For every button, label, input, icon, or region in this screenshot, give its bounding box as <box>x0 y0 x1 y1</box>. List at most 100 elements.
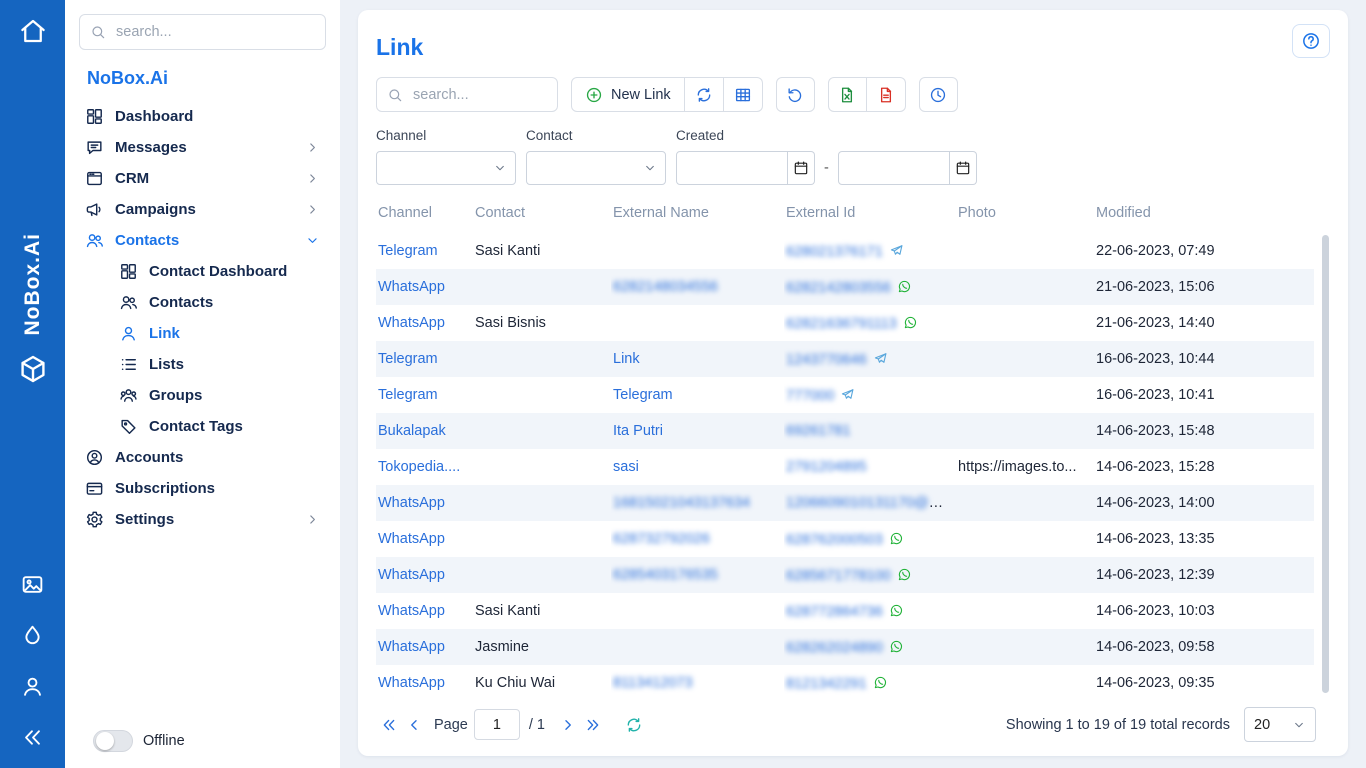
channel-link[interactable]: WhatsApp <box>378 495 445 511</box>
sidebar-item-contacts[interactable]: Contacts <box>79 287 326 318</box>
profile-icon[interactable] <box>20 674 45 699</box>
external-id-link[interactable]: 628262024890 <box>786 640 883 656</box>
refresh-icon <box>695 86 713 104</box>
page-size-select[interactable]: 20 <box>1244 707 1316 742</box>
export-pdf-button[interactable] <box>867 77 906 112</box>
external-name-link[interactable]: 8113412073 <box>613 675 693 691</box>
table-scrollbar[interactable] <box>1322 235 1329 693</box>
external-name-link[interactable]: Telegram <box>613 387 673 403</box>
external-id-link[interactable]: 6285671778100 <box>786 568 891 584</box>
total-pages-label: / 1 <box>529 717 545 733</box>
sidebar-item-settings[interactable]: Settings <box>79 504 326 535</box>
contact-select[interactable] <box>526 151 666 185</box>
header-contact[interactable]: Contact <box>473 195 611 233</box>
external-id-link[interactable]: 628762000503 <box>786 532 883 548</box>
help-button[interactable] <box>1292 24 1330 58</box>
external-id-link[interactable]: 2791204895 <box>786 459 867 475</box>
channel-link[interactable]: Tokopedia.... <box>378 459 460 475</box>
sidebar-item-crm[interactable]: CRM <box>79 163 326 194</box>
header-channel[interactable]: Channel <box>376 195 473 233</box>
table-row: WhatsApp 16815021043137634 120660901013117… <box>376 485 1314 521</box>
cell-contact <box>473 377 611 413</box>
sidebar-item-subscriptions[interactable]: Subscriptions <box>79 473 326 504</box>
refresh-button[interactable] <box>685 77 724 112</box>
external-id-link[interactable]: 69261781 <box>786 423 851 439</box>
channel-link[interactable]: WhatsApp <box>378 567 445 583</box>
external-id-link[interactable]: 777000 <box>786 388 834 404</box>
prev-page-button[interactable] <box>401 712 426 738</box>
sidebar-item-groups[interactable]: Groups <box>79 380 326 411</box>
link-card: Link New Link <box>358 10 1348 756</box>
main-area: Link New Link <box>340 0 1366 768</box>
external-id-link[interactable]: 628021376171 <box>786 244 883 260</box>
external-id-link[interactable]: 8121342291 <box>786 676 867 692</box>
channel-link[interactable]: WhatsApp <box>378 675 445 691</box>
telegram-icon <box>840 387 855 402</box>
image-tools-icon[interactable] <box>20 572 45 597</box>
cell-external-id: 1243770646 <box>784 341 956 377</box>
header-modified[interactable]: Modified <box>1094 195 1314 233</box>
external-name-link[interactable]: 6285403176535 <box>613 567 718 583</box>
next-page-button[interactable] <box>555 712 580 738</box>
channel-link[interactable]: WhatsApp <box>378 603 445 619</box>
pager-refresh-button[interactable] <box>621 712 646 738</box>
channel-link[interactable]: WhatsApp <box>378 279 445 295</box>
whatsapp-icon <box>873 675 888 690</box>
export-excel-button[interactable] <box>828 77 867 112</box>
external-name-link[interactable]: Ita Putri <box>613 423 663 439</box>
table-search-input[interactable] <box>411 86 547 104</box>
reset-filters-button[interactable] <box>776 77 815 112</box>
channel-link[interactable]: WhatsApp <box>378 639 445 655</box>
table-row: WhatsAppSasi Bisnis6282163679111321-06-2… <box>376 305 1314 341</box>
channel-link[interactable]: WhatsApp <box>378 531 445 547</box>
sidebar-item-lists[interactable]: Lists <box>79 349 326 380</box>
header-external-name[interactable]: External Name <box>611 195 784 233</box>
created-to-calendar-button[interactable] <box>950 151 977 185</box>
dashboard-icon <box>119 262 138 281</box>
external-name-link[interactable]: 16815021043137634 <box>613 495 750 511</box>
external-id-link[interactable]: 1206609010131170@ w... <box>786 495 954 511</box>
first-page-button[interactable] <box>376 712 401 738</box>
collapse-sidebar-icon[interactable] <box>20 725 45 750</box>
external-id-link[interactable]: 1243770646 <box>786 352 867 368</box>
header-photo[interactable]: Photo <box>956 195 1094 233</box>
channel-select[interactable] <box>376 151 516 185</box>
created-from-input[interactable] <box>676 151 788 185</box>
new-link-button[interactable]: New Link <box>571 77 685 112</box>
sidebar-search-input[interactable] <box>114 23 315 41</box>
created-from-calendar-button[interactable] <box>788 151 815 185</box>
sidebar-item-label: CRM <box>115 170 149 187</box>
channel-link[interactable]: Telegram <box>378 351 438 367</box>
external-id-link[interactable]: 62821636791113 <box>786 316 897 332</box>
cell-external-id: 69261781 <box>784 413 956 449</box>
sidebar-item-contacts[interactable]: Contacts <box>79 225 326 256</box>
sidebar-item-contact-tags[interactable]: Contact Tags <box>79 411 326 442</box>
sidebar-item-accounts[interactable]: Accounts <box>79 442 326 473</box>
channel-link[interactable]: Telegram <box>378 243 438 259</box>
offline-toggle[interactable] <box>93 730 133 752</box>
external-id-link[interactable]: 6282142803556 <box>786 280 891 296</box>
channel-link[interactable]: Telegram <box>378 387 438 403</box>
header-external-id[interactable]: External Id <box>784 195 956 233</box>
sidebar-item-messages[interactable]: Messages <box>79 132 326 163</box>
page-number-input[interactable] <box>474 709 520 740</box>
external-id-link[interactable]: 628772864736 <box>786 604 883 620</box>
channel-link[interactable]: Bukalapak <box>378 423 446 439</box>
home-button[interactable] <box>18 16 48 46</box>
columns-button[interactable] <box>724 77 763 112</box>
sidebar-item-dashboard[interactable]: Dashboard <box>79 101 326 132</box>
drop-icon[interactable] <box>20 623 45 648</box>
sidebar-item-campaigns[interactable]: Campaigns <box>79 194 326 225</box>
external-name-link[interactable]: 628732792026 <box>613 531 710 547</box>
external-name-link[interactable]: 6282148034556 <box>613 279 718 295</box>
sidebar-item-link[interactable]: Link <box>79 318 326 349</box>
table-row: TelegramLink124377064616-06-2023, 10:44 <box>376 341 1314 377</box>
sidebar-item-contact-dashboard[interactable]: Contact Dashboard <box>79 256 326 287</box>
created-to-input[interactable] <box>838 151 950 185</box>
last-page-button[interactable] <box>580 712 605 738</box>
links-table: Channel Contact External Name External I… <box>376 195 1314 701</box>
external-name-link[interactable]: Link <box>613 351 640 367</box>
channel-link[interactable]: WhatsApp <box>378 315 445 331</box>
external-name-link[interactable]: sasi <box>613 459 639 475</box>
history-button[interactable] <box>919 77 958 112</box>
